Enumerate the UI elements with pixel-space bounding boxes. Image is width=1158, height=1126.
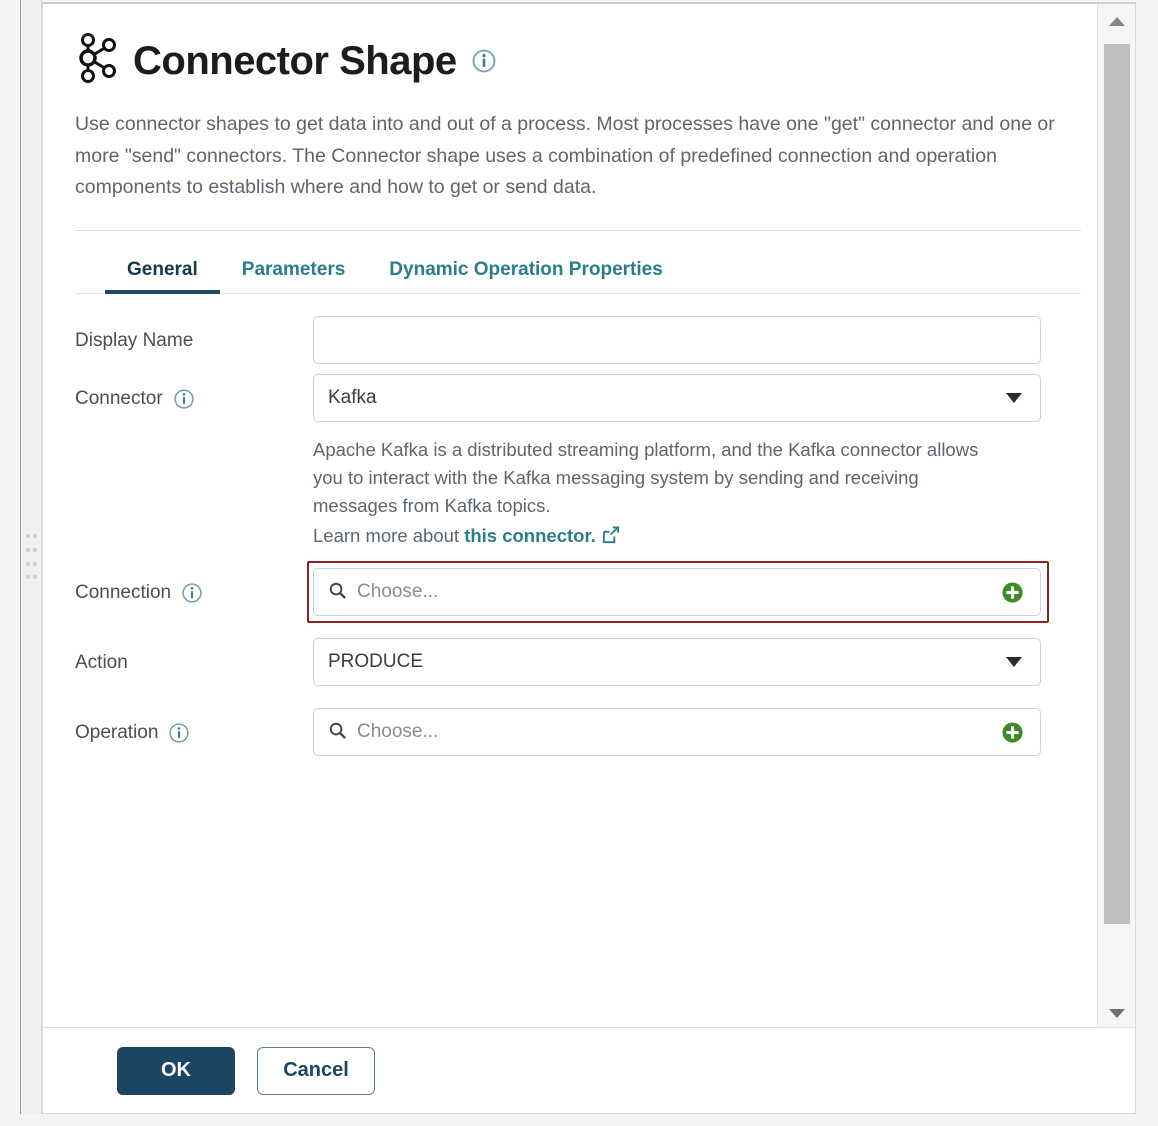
scroll-up-arrow-icon[interactable] — [1098, 4, 1135, 38]
field-operation: Choose... — [313, 708, 1081, 757]
action-value: PRODUCE — [328, 651, 424, 673]
connector-info-icon[interactable] — [173, 388, 195, 410]
label-action-text: Action — [75, 652, 128, 674]
label-display-name: Display Name — [75, 316, 313, 352]
green-plus-icon[interactable] — [1001, 581, 1024, 604]
row-connector: Connector Kafka Apache Kafka is a distri… — [75, 373, 1081, 550]
dialog-footer: OK Cancel — [43, 1027, 1135, 1113]
tab-dynamic-operation-properties[interactable]: Dynamic Operation Properties — [367, 259, 684, 293]
connector-select[interactable]: Kafka — [313, 373, 1041, 422]
scrollbar-thumb[interactable] — [1104, 44, 1130, 924]
green-plus-icon[interactable] — [1001, 721, 1024, 744]
connection-placeholder: Choose... — [357, 581, 439, 603]
chevron-down-icon — [1006, 392, 1022, 403]
vertical-scrollbar[interactable] — [1097, 4, 1135, 1030]
field-connection: Choose... — [307, 561, 1081, 624]
connection-search-input[interactable]: Choose... — [313, 568, 1041, 617]
label-operation: Operation — [75, 708, 313, 744]
learn-more-prefix: Learn more about — [313, 525, 465, 547]
field-action: PRODUCE — [313, 638, 1081, 687]
row-action: Action PRODUCE — [75, 638, 1081, 687]
display-name-input[interactable] — [313, 315, 1041, 364]
title-info-icon[interactable] — [471, 48, 497, 74]
connector-description: Apache Kafka is a distributed streaming … — [313, 436, 1003, 550]
field-connector: Kafka Apache Kafka is a distributed stre… — [313, 373, 1081, 550]
connector-node-graph-icon — [75, 32, 119, 89]
label-connector-text: Connector — [75, 387, 163, 409]
title-row: Connector Shape — [75, 32, 1059, 89]
search-icon — [328, 581, 347, 603]
cancel-button[interactable]: Cancel — [257, 1046, 375, 1095]
label-operation-text: Operation — [75, 722, 159, 744]
connector-description-text: Apache Kafka is a distributed streaming … — [313, 438, 979, 516]
scroll-down-arrow-icon[interactable] — [1098, 996, 1135, 1030]
label-connector: Connector — [75, 374, 313, 410]
label-action: Action — [75, 638, 313, 674]
label-connection: Connection — [75, 568, 313, 604]
ok-button[interactable]: OK — [117, 1046, 235, 1095]
dialog-content: Connector Shape Use connector shapes to … — [43, 4, 1099, 1030]
tab-general[interactable]: General — [105, 259, 220, 294]
dialog-header: Connector Shape Use connector shapes to … — [43, 4, 1099, 204]
connector-learn-more: Learn more about this connector. — [313, 522, 1003, 550]
external-link-icon[interactable] — [601, 525, 620, 546]
page-title: Connector Shape — [133, 38, 457, 83]
row-connection: Connection Choose... — [75, 561, 1081, 624]
operation-info-icon[interactable] — [168, 722, 190, 744]
operation-placeholder: Choose... — [357, 721, 439, 743]
row-display-name: Display Name — [75, 315, 1081, 364]
connector-shape-dialog: Connector Shape Use connector shapes to … — [42, 2, 1136, 1114]
search-icon — [328, 721, 347, 743]
dialog-description: Use connector shapes to get data into an… — [75, 113, 1055, 199]
label-connection-text: Connection — [75, 582, 172, 604]
operation-search-input[interactable]: Choose... — [313, 708, 1041, 757]
chevron-down-icon — [1006, 657, 1022, 668]
field-display-name — [313, 315, 1081, 364]
tab-bar: General Parameters Dynamic Operation Pro… — [43, 231, 1099, 294]
this-connector-link[interactable]: this connector. — [464, 525, 596, 546]
screen: Connector Shape Use connector shapes to … — [0, 0, 1158, 1126]
tab-parameters[interactable]: Parameters — [220, 259, 368, 293]
action-select[interactable]: PRODUCE — [313, 638, 1041, 687]
row-operation: Operation Choose... — [75, 708, 1081, 757]
connector-value: Kafka — [328, 386, 377, 408]
connection-info-icon[interactable] — [181, 582, 203, 604]
label-display-name-text: Display Name — [75, 329, 194, 351]
panel-resize-handle[interactable] — [26, 534, 37, 586]
general-form: Display Name Connector Kafka Apache Kafk… — [43, 294, 1099, 757]
